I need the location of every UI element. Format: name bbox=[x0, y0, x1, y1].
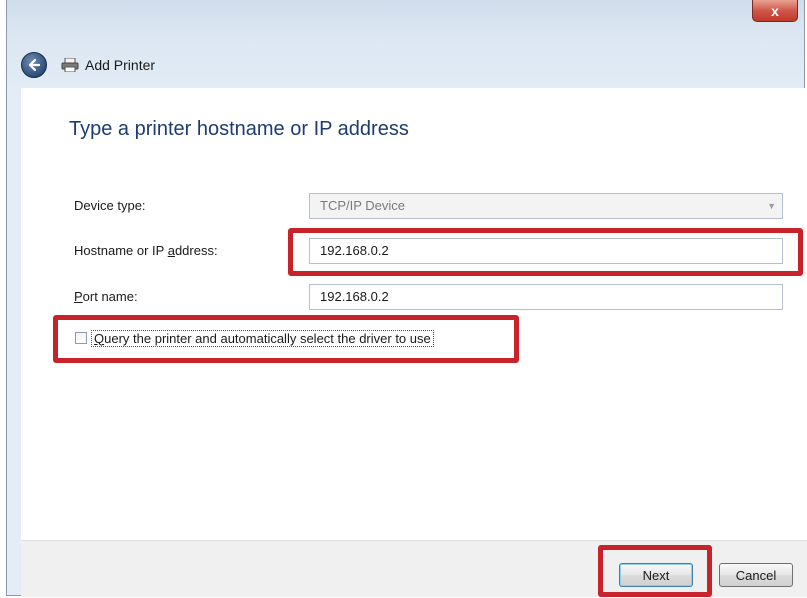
wizard-content: Type a printer hostname or IP address De… bbox=[21, 88, 807, 540]
add-printer-window: x Add Printer Type a printer hostname or… bbox=[6, 0, 807, 597]
port-name-input[interactable]: 192.168.0.2 bbox=[309, 284, 783, 310]
device-type-select[interactable]: TCP/IP Device ▼ bbox=[309, 193, 783, 219]
checkbox-highlight bbox=[53, 315, 519, 363]
hostname-label: Hostname or IP address: bbox=[74, 243, 218, 258]
hostname-highlight bbox=[288, 228, 803, 276]
close-icon: x bbox=[771, 2, 779, 19]
port-name-value: 192.168.0.2 bbox=[320, 289, 389, 304]
next-button-highlight bbox=[598, 545, 712, 597]
device-type-label: Device type: bbox=[74, 198, 146, 213]
cancel-button[interactable]: Cancel bbox=[719, 563, 793, 587]
wizard-header: Add Printer bbox=[21, 50, 155, 80]
chevron-down-icon: ▼ bbox=[767, 201, 776, 211]
close-button[interactable]: x bbox=[752, 0, 798, 22]
device-type-value: TCP/IP Device bbox=[320, 198, 406, 213]
back-arrow-icon bbox=[28, 58, 41, 72]
page-instruction: Type a printer hostname or IP address bbox=[69, 118, 409, 140]
window-title: Add Printer bbox=[85, 57, 156, 73]
back-button[interactable] bbox=[21, 52, 47, 78]
printer-icon bbox=[61, 58, 79, 72]
port-name-label: Port name: bbox=[74, 289, 138, 304]
